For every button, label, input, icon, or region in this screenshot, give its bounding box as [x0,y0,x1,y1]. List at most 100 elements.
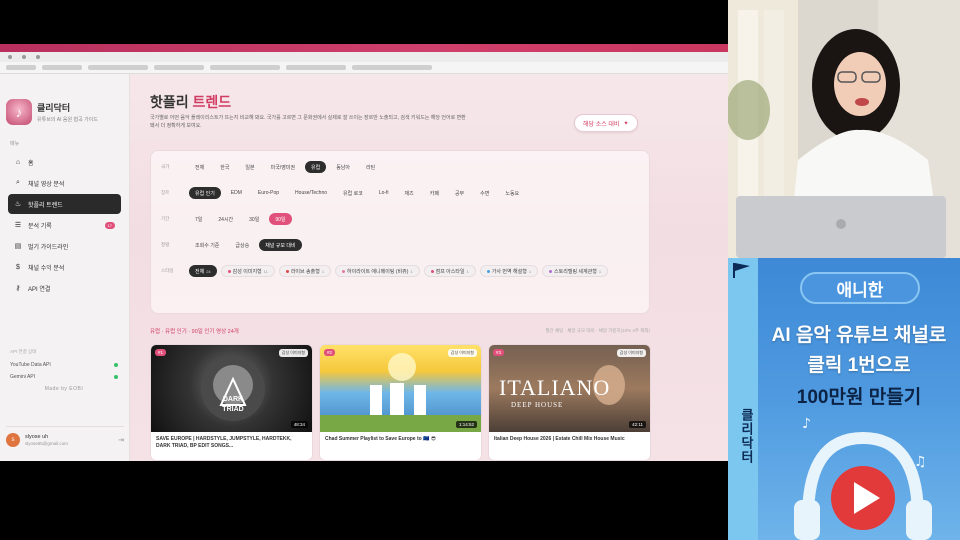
api-status-label: Gemini API [10,374,36,380]
screen: ♪ 클리닥터 유튜브의 AI 음원 협곡 가이드 메뉴 ⌂ 홈 ⌕ 채널 영상 분석 ♨… [0,0,960,540]
filter-chip-sort[interactable]: 채널 규모 대비 [259,239,302,251]
sidebar-item[interactable]: ☰ 분석 기록 17 [8,215,121,235]
filter-chip-country[interactable]: 전체 [189,161,210,173]
bookmark-item[interactable] [286,65,346,70]
sidebar-item[interactable]: ⌂ 홈 [8,152,121,172]
svg-text:♪: ♪ [802,416,811,432]
filter-chip-period[interactable]: 30일 [243,213,265,225]
compare-source-button[interactable]: 해당 소스 대비 ✦ [574,114,638,132]
filter-chip-style[interactable]: 전체 24 [189,265,217,277]
promo-line-1: AI 음악 유튜브 채널로 [771,325,947,346]
bookmark-item[interactable] [210,65,280,70]
count-badge: 17 [104,221,115,229]
bookmark-item[interactable] [88,65,148,70]
sidebar-item[interactable]: ⚷ API 연결 [8,278,121,298]
video-thumbnail[interactable]: #2 감성 이미지형 1:14:52 [320,345,481,432]
chip-count: 1 [410,268,413,274]
color-dot-icon [285,269,289,273]
main-content: 핫플리 트렌드 국가별로 어떤 음악 플레이리스트가 뜨는지 비교해 봐요. 국… [130,74,728,461]
sidebar-item[interactable]: ▤ 벌기 가이드라인 [8,236,121,256]
bookmark-item[interactable] [352,65,432,70]
api-status-youtube: YouTube Data API [6,359,122,371]
app: ♪ 클리닥터 유튜브의 AI 음원 협곡 가이드 메뉴 ⌂ 홈 ⌕ 채널 영상 분석 ♨… [0,74,728,461]
chip-count: 24 [206,268,211,274]
filter-chip-genre[interactable]: 카페 [424,187,445,199]
user-profile[interactable]: s slyose uh slyose65@gmail.com ⇥ [6,426,124,447]
browser-tab-bar[interactable] [0,44,728,52]
thumbnail-artwork: DARK TRIAD [201,357,265,421]
video-thumbnail[interactable]: DARK TRIAD #1 감성 이미지형 48:34 [151,345,312,432]
sidebar-item[interactable]: ⌕ 채널 영상 분석 [8,173,121,193]
brand[interactable]: ♪ 클리닥터 유튜브의 AI 음원 협곡 가이드 [0,74,129,132]
filter-label: 장르 [161,190,170,195]
sidebar-item[interactable]: ♨ 핫플리 트렌드 [8,194,121,214]
filter-chip-sort[interactable]: 급상승 [229,239,255,251]
sidebar-item[interactable]: $ 채널 수익 분석 [8,257,121,277]
video-title[interactable]: Chad Summer Playlist to Save Europe to 🇪… [320,432,481,443]
filter-chip-country[interactable]: 동남아 [330,161,356,173]
chip-count: 1 [528,268,532,274]
video-duration: 42:11 [629,421,646,428]
filter-chip-genre[interactable]: 노동요 [499,187,525,199]
rank-badge: #1 [155,349,167,356]
filter-chip-genre[interactable]: 유럽 로코 [337,187,369,199]
sidebar-item-label: 채널 영상 분석 [28,181,65,188]
video-card[interactable]: #2 감성 이미지형 1:14:52 Chad Summer Playlist … [319,344,482,461]
logout-icon[interactable]: ⇥ [118,436,124,444]
results-bar: 유럽 · 유럽 인기 · 90일 인기 영상 24개 월간 채팅 · 채널 규모… [150,326,650,336]
filter-chip-period[interactable]: 90일 [269,213,292,225]
filter-chip-genre[interactable]: Euro-Pop [252,187,285,199]
filter-chip-style[interactable]: 라이브 송출형 1 [278,265,332,277]
chip-label: 감성 이미지형 [232,268,262,275]
back-icon[interactable] [8,55,12,59]
filter-chip-country[interactable]: 일본 [239,161,260,173]
results-summary: 유럽 · 유럽 인기 · 90일 인기 영상 24개 [150,329,239,335]
svg-text:♫: ♫ [914,454,927,470]
filter-chip-style[interactable]: 스토리텔링 세계관형 1 [542,265,609,277]
filter-chip-genre[interactable]: EDM [225,187,248,199]
made-by: Made by EOBI [44,386,84,392]
filter-chip-style[interactable]: 점프 아스타일 1 [423,265,476,277]
status-dot-icon [114,375,118,379]
filter-chip-genre[interactable]: 재즈 [399,187,420,199]
reload-icon[interactable] [36,55,40,59]
thumbnail-subtitle-text: DEEP HOUSE [511,401,564,409]
chip-count: 11 [263,268,268,274]
brand-name: 클리닥터 [37,103,71,113]
filter-chip-country[interactable]: 한국 [214,161,235,173]
video-card[interactable]: DARK TRIAD #1 감성 이미지형 48:34 SAVE EUROPE … [150,344,313,461]
video-thumbnail[interactable]: ITALIANO DEEP HOUSE #3 감성 이미지형 42:11 [489,345,650,432]
video-title[interactable]: Italian Deep House 2026 | Estate Chill M… [489,432,650,443]
filter-chip-period[interactable]: 7일 [189,213,208,225]
filter-chip-period[interactable]: 24시간 [212,213,239,225]
page-description: 국가별로 어떤 음악 플레이리스트가 뜨는지 비교해 봐요. 국가를 고르면 그… [150,115,466,129]
filter-chip-country[interactable]: 유럽 [305,161,327,173]
style-tag: 감성 이미지형 [278,349,308,357]
filter-chip-style[interactable]: 감성 이미지형 11 [220,265,275,277]
filter-chip-style[interactable]: 가사 번역 해설형 1 [479,265,539,277]
filter-chip-genre[interactable]: House/Techno [289,187,333,199]
bookmarks-bar [0,62,728,74]
filter-chip-country[interactable]: 라틴 [360,161,381,173]
bookmark-item[interactable] [42,65,82,70]
promo-line-3: 100만원 만들기 [796,387,922,408]
filter-chip-genre[interactable]: 공부 [449,187,470,199]
filter-chip-country[interactable]: 미국/영미권 [265,161,301,173]
bookmark-item[interactable] [6,65,36,70]
chip-label: 라이브 송출형 [290,268,320,275]
filter-chip-genre[interactable]: 유럽 인기 [189,187,221,199]
video-title[interactable]: SAVE EUROPE | HARDSTYLE, JUMPSTYLE, HARD… [151,432,312,450]
brand-subtitle: 유튜브의 AI 음원 협곡 가이드 [37,117,98,123]
filter-chip-sort[interactable]: 조회수 기준 [189,239,225,251]
color-dot-icon [486,269,490,273]
bookmark-item[interactable] [154,65,204,70]
chip-label: 전체 [195,268,205,275]
status-dot-icon [114,363,118,367]
forward-icon[interactable] [22,55,26,59]
filter-chip-genre[interactable]: 수면 [474,187,495,199]
filter-chip-genre[interactable]: Lo-fi [373,187,395,199]
filter-chip-style[interactable]: 하이라이트 애니메이팅 (비쥬) 1 [335,265,420,277]
video-card[interactable]: ITALIANO DEEP HOUSE #3 감성 이미지형 42:11 Ita… [488,344,651,461]
chip-label: 가사 번역 해설형 [491,268,527,275]
color-dot-icon [430,269,434,273]
